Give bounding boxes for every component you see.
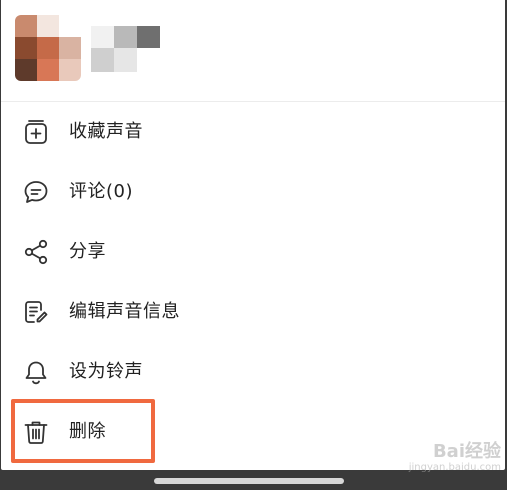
menu-item-favorite[interactable]: 收藏声音 <box>1 102 505 162</box>
menu-item-comment[interactable]: 评论(0) <box>1 162 505 222</box>
share-icon <box>22 238 50 266</box>
watermark-url: jingyan.baidu.com <box>408 462 501 473</box>
menu-item-label: 评论(0) <box>69 181 133 202</box>
menu-item-label: 收藏声音 <box>69 121 143 142</box>
watermark: Bai经验 jingyan.baidu.com <box>409 442 501 474</box>
comment-icon <box>22 178 50 206</box>
bell-icon <box>22 358 50 386</box>
album-cover-image <box>15 15 81 81</box>
sound-subtitle-obscured <box>91 48 137 72</box>
add-to-collection-icon <box>22 118 50 146</box>
edit-document-icon <box>22 298 50 326</box>
menu-item-ringtone[interactable]: 设为铃声 <box>1 342 505 402</box>
menu-item-edit[interactable]: 编辑声音信息 <box>1 282 505 342</box>
home-indicator[interactable] <box>154 478 344 484</box>
menu-item-label: 编辑声音信息 <box>69 301 180 322</box>
menu-item-share[interactable]: 分享 <box>1 222 505 282</box>
sound-header <box>1 0 505 102</box>
menu-item-label: 分享 <box>69 241 106 262</box>
watermark-brand: Bai经验 <box>432 441 501 462</box>
delete-highlight-box <box>11 399 155 463</box>
menu-item-label: 设为铃声 <box>69 361 143 382</box>
